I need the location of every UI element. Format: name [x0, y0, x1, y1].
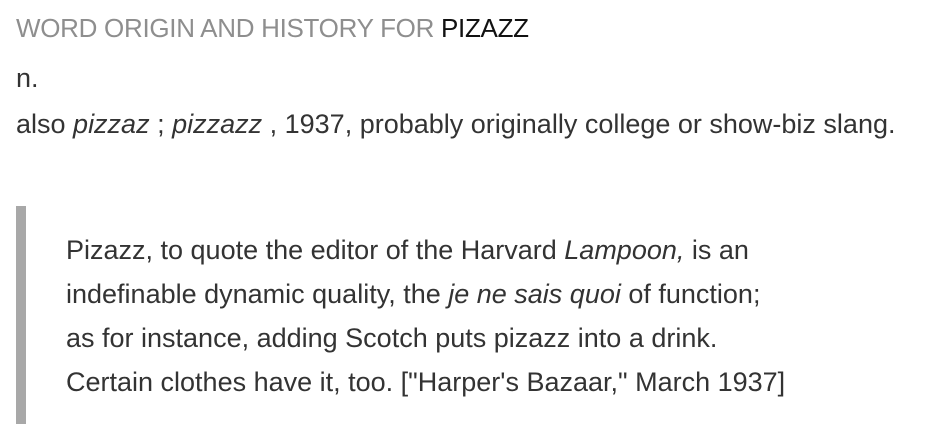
etymology-rest: , 1937, probably originally college or s…	[262, 109, 896, 139]
variant-spelling-2: pizzazz	[172, 109, 263, 139]
citation-line-2-end: of function;	[620, 279, 761, 309]
citation-line-4: Certain clothes have it, too. ["Harper's…	[66, 367, 786, 397]
citation-line-1-start: Pizazz, to quote the editor of the Harva…	[66, 235, 565, 265]
heading-word: PIZAZZ	[440, 13, 529, 43]
citation-line-3: as for instance, adding Scotch puts piza…	[66, 323, 718, 353]
citation-italic-phrase: je ne sais quoi	[448, 279, 621, 309]
citation-line-1-end: is an	[684, 235, 749, 265]
section-heading: WORD ORIGIN AND HISTORY FOR PIZAZZ	[16, 12, 529, 44]
citation-blockquote: Pizazz, to quote the editor of the Harva…	[16, 206, 926, 424]
citation-line-2: indefinable dynamic quality, the je ne s…	[66, 272, 785, 316]
etymology-lead: also	[16, 109, 74, 139]
variant-separator: ;	[149, 109, 173, 139]
word-origin-entry: WORD ORIGIN AND HISTORY FOR PIZAZZ n. al…	[0, 0, 930, 438]
heading-prefix: WORD ORIGIN AND HISTORY FOR	[16, 13, 441, 43]
citation-text: Pizazz, to quote the editor of the Harva…	[66, 228, 785, 404]
etymology-text: also pizzaz ; pizzazz , 1937, probably o…	[16, 103, 921, 145]
citation-line-1: Pizazz, to quote the editor of the Harva…	[66, 228, 785, 272]
part-of-speech: n.	[16, 63, 39, 93]
variant-spelling-1: pizzaz	[73, 109, 150, 139]
citation-line-2-start: indefinable dynamic quality, the	[66, 279, 449, 309]
citation-italic-lampoon: Lampoon,	[564, 235, 685, 265]
